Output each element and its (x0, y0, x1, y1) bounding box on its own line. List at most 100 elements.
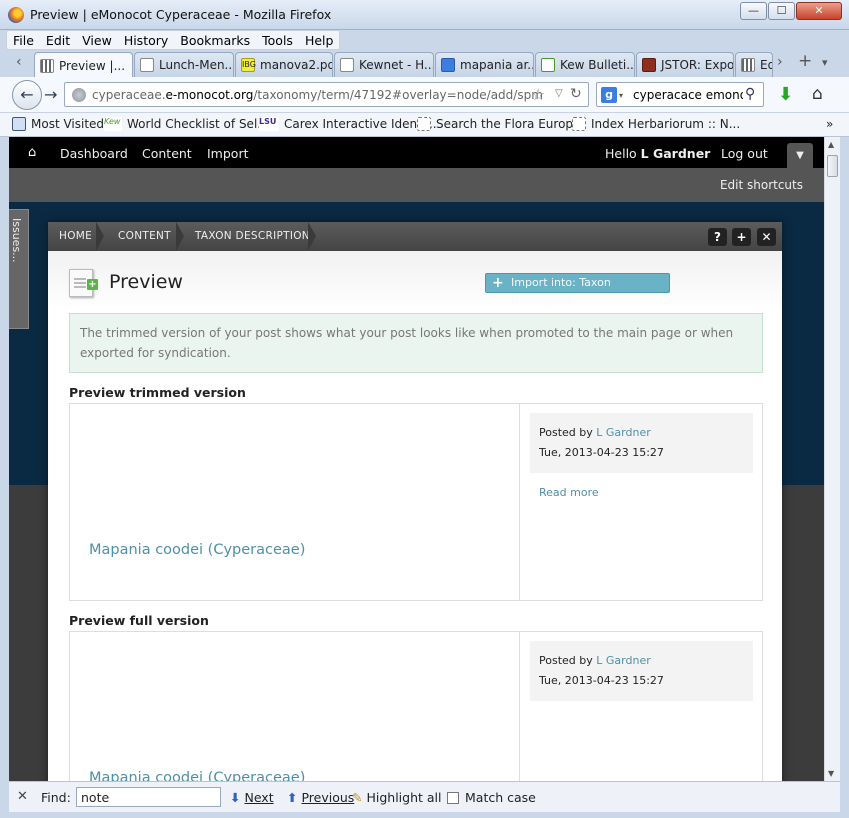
home-icon[interactable]: ⌂ (812, 84, 823, 104)
bookmark-world-checklist[interactable]: Kew World Checklist of Sel... (104, 117, 269, 131)
history-dropdown-icon[interactable]: ▽ (555, 88, 563, 99)
tab-scroll-left-icon[interactable]: ‹ (16, 54, 22, 70)
author-link[interactable]: L Gardner (596, 426, 650, 439)
bookmark-label: Search the Flora Europ... (436, 117, 585, 131)
google-search-icon[interactable]: g (601, 87, 617, 103)
search-icon[interactable]: ⚲ (745, 86, 755, 102)
find-previous-button[interactable]: ⬆ Previous (287, 790, 354, 805)
breadcrumb-separator (176, 222, 184, 251)
kew-icon: Kew (104, 117, 122, 131)
search-input[interactable]: cyperacace emonocot (633, 88, 743, 102)
toolbar-dashboard-link[interactable]: Dashboard (60, 146, 128, 161)
tab-mapania-search[interactable]: mapania ar... (435, 52, 534, 77)
shortcut-bar: Edit shortcuts (9, 168, 824, 202)
home-icon[interactable]: ⌂ (28, 145, 36, 160)
breadcrumb-content[interactable]: CONTENT (118, 230, 171, 242)
arrow-up-icon: ⬆ (287, 790, 298, 805)
url-bar[interactable]: cyperaceae.e-monocot.org/taxonomy/term/4… (64, 82, 589, 107)
overlay-help-button[interactable]: ? (708, 228, 727, 246)
menu-tools[interactable]: Tools (256, 31, 299, 49)
firefox-icon (8, 7, 24, 23)
bookmark-carex[interactable]: LSU Carex Interactive Identi... (259, 117, 437, 131)
import-taxon-description-button[interactable]: + Import into: Taxon Description (485, 273, 670, 307)
forward-button[interactable]: → (44, 85, 57, 104)
menu-help[interactable]: Help (299, 31, 340, 49)
ibg-icon: IBG (241, 58, 256, 72)
bookmarks-more-icon[interactable]: » (826, 117, 833, 131)
reload-icon[interactable]: ↻ (570, 86, 582, 102)
tab-kewnet[interactable]: Kewnet - H... (334, 52, 434, 77)
edit-shortcuts-link[interactable]: Edit shortcuts (720, 178, 803, 192)
highlighter-icon: ✎ (352, 790, 363, 805)
overlay-dialog: HOME CONTENT TAXON DESCRIPTION ? + ✕ + P… (48, 222, 782, 781)
breadcrumb-taxon-description[interactable]: TAXON DESCRIPTION (195, 230, 310, 242)
page-viewport: ⌂ Dashboard Content Import Hello L Gardn… (9, 137, 824, 781)
find-input[interactable]: note (76, 787, 221, 807)
overlay-add-shortcut-button[interactable]: + (732, 228, 751, 246)
tab-kew-bulletin[interactable]: Kew Bulleti... (535, 52, 635, 77)
tab-label: Ed (760, 58, 772, 72)
bookmark-flora-europaea[interactable]: Search the Flora Europ... (417, 117, 585, 131)
back-button[interactable]: ← (12, 80, 42, 110)
engine-dropdown-icon[interactable]: ▾ (619, 91, 623, 100)
tab-scroll-right-icon[interactable]: › (777, 54, 783, 70)
google-icon (441, 58, 455, 72)
tab-jstor[interactable]: JSTOR: Expo... (636, 52, 734, 77)
breadcrumb-home[interactable]: HOME (59, 230, 92, 242)
page-scrollbar[interactable]: ▲ ▼ (824, 137, 840, 781)
tab-manova-pdf[interactable]: IBG manova2.pdf (235, 52, 333, 77)
tab-list-icon[interactable]: ▾ (822, 56, 828, 69)
node-title-link[interactable]: Mapania coodei (Cyperaceae) (89, 770, 305, 781)
maximize-button[interactable]: ☐ (768, 2, 795, 20)
menu-view[interactable]: View (76, 31, 118, 49)
import-button-label: Import into: Taxon Description (511, 276, 611, 307)
lsu-icon: LSU (259, 117, 279, 131)
tab-label: mapania ar... (460, 58, 534, 72)
menu-edit[interactable]: Edit (40, 31, 76, 49)
url-text[interactable]: cyperaceae.e-monocot.org/taxonomy/term/4… (92, 88, 543, 102)
close-window-button[interactable]: ✕ (796, 2, 842, 20)
match-case-checkbox[interactable]: Match case (447, 790, 536, 805)
toolbar-import-link[interactable]: Import (207, 146, 249, 161)
scroll-up-icon[interactable]: ▲ (828, 140, 834, 149)
find-close-icon[interactable]: ✕ (17, 789, 28, 804)
post-date: Tue, 2013-04-23 15:27 (539, 446, 664, 459)
bookmark-index-herbariorum[interactable]: Index Herbariorum :: N... (572, 117, 740, 131)
kew-icon (541, 58, 555, 72)
bookmark-most-visited[interactable]: Most Visited (12, 117, 104, 131)
overlay-close-button[interactable]: ✕ (757, 228, 776, 246)
issues-tab-label: Issues... (10, 218, 23, 263)
bookmark-star-icon[interactable]: ☆ (531, 85, 545, 104)
menu-file[interactable]: File (7, 31, 40, 49)
find-label: Find: (41, 790, 71, 805)
highlight-all-button[interactable]: ✎ Highlight all (352, 790, 441, 805)
tab-ed[interactable]: Ed (735, 52, 773, 77)
tab-preview[interactable]: Preview |... ✕ (34, 52, 133, 78)
issues-side-tab[interactable]: Issues... (9, 209, 29, 329)
column-divider (519, 632, 520, 781)
tab-lunch-menu[interactable]: Lunch-Men... (134, 52, 234, 77)
node-title-link[interactable]: Mapania coodei (Cyperaceae) (89, 542, 305, 558)
author-link[interactable]: L Gardner (596, 654, 650, 667)
globe-icon (72, 88, 86, 102)
download-icon[interactable]: ⬇ (778, 84, 793, 105)
toolbar-user-greeting[interactable]: Hello L Gardner (605, 146, 710, 161)
minimize-button[interactable]: — (740, 2, 767, 20)
search-box[interactable]: g ▾ cyperacace emonocot ⚲ (596, 82, 764, 107)
bookmark-label: Most Visited (31, 117, 105, 131)
scroll-thumb[interactable] (827, 155, 838, 177)
tab-strip: ‹ Preview |... ✕ Lunch-Men... IBG manova… (0, 50, 849, 78)
new-tab-icon[interactable]: + (798, 51, 812, 71)
admin-toolbar: ⌂ Dashboard Content Import Hello L Gardn… (9, 137, 824, 168)
menu-bookmarks[interactable]: Bookmarks (174, 31, 256, 49)
find-next-button[interactable]: ⬇ Next (230, 790, 274, 805)
scroll-down-icon[interactable]: ▼ (828, 769, 834, 778)
shortcuts-toggle-button[interactable]: ▼ (787, 143, 813, 168)
toolbar-content-link[interactable]: Content (142, 146, 192, 161)
read-more-link[interactable]: Read more (539, 486, 599, 499)
trimmed-heading: Preview trimmed version (69, 385, 246, 400)
toolbar-logout-link[interactable]: Log out (721, 146, 768, 161)
menu-bar: File Edit View History Bookmarks Tools H… (6, 30, 341, 50)
menu-history[interactable]: History (118, 31, 174, 49)
tab-label: Kew Bulleti... (560, 58, 635, 72)
